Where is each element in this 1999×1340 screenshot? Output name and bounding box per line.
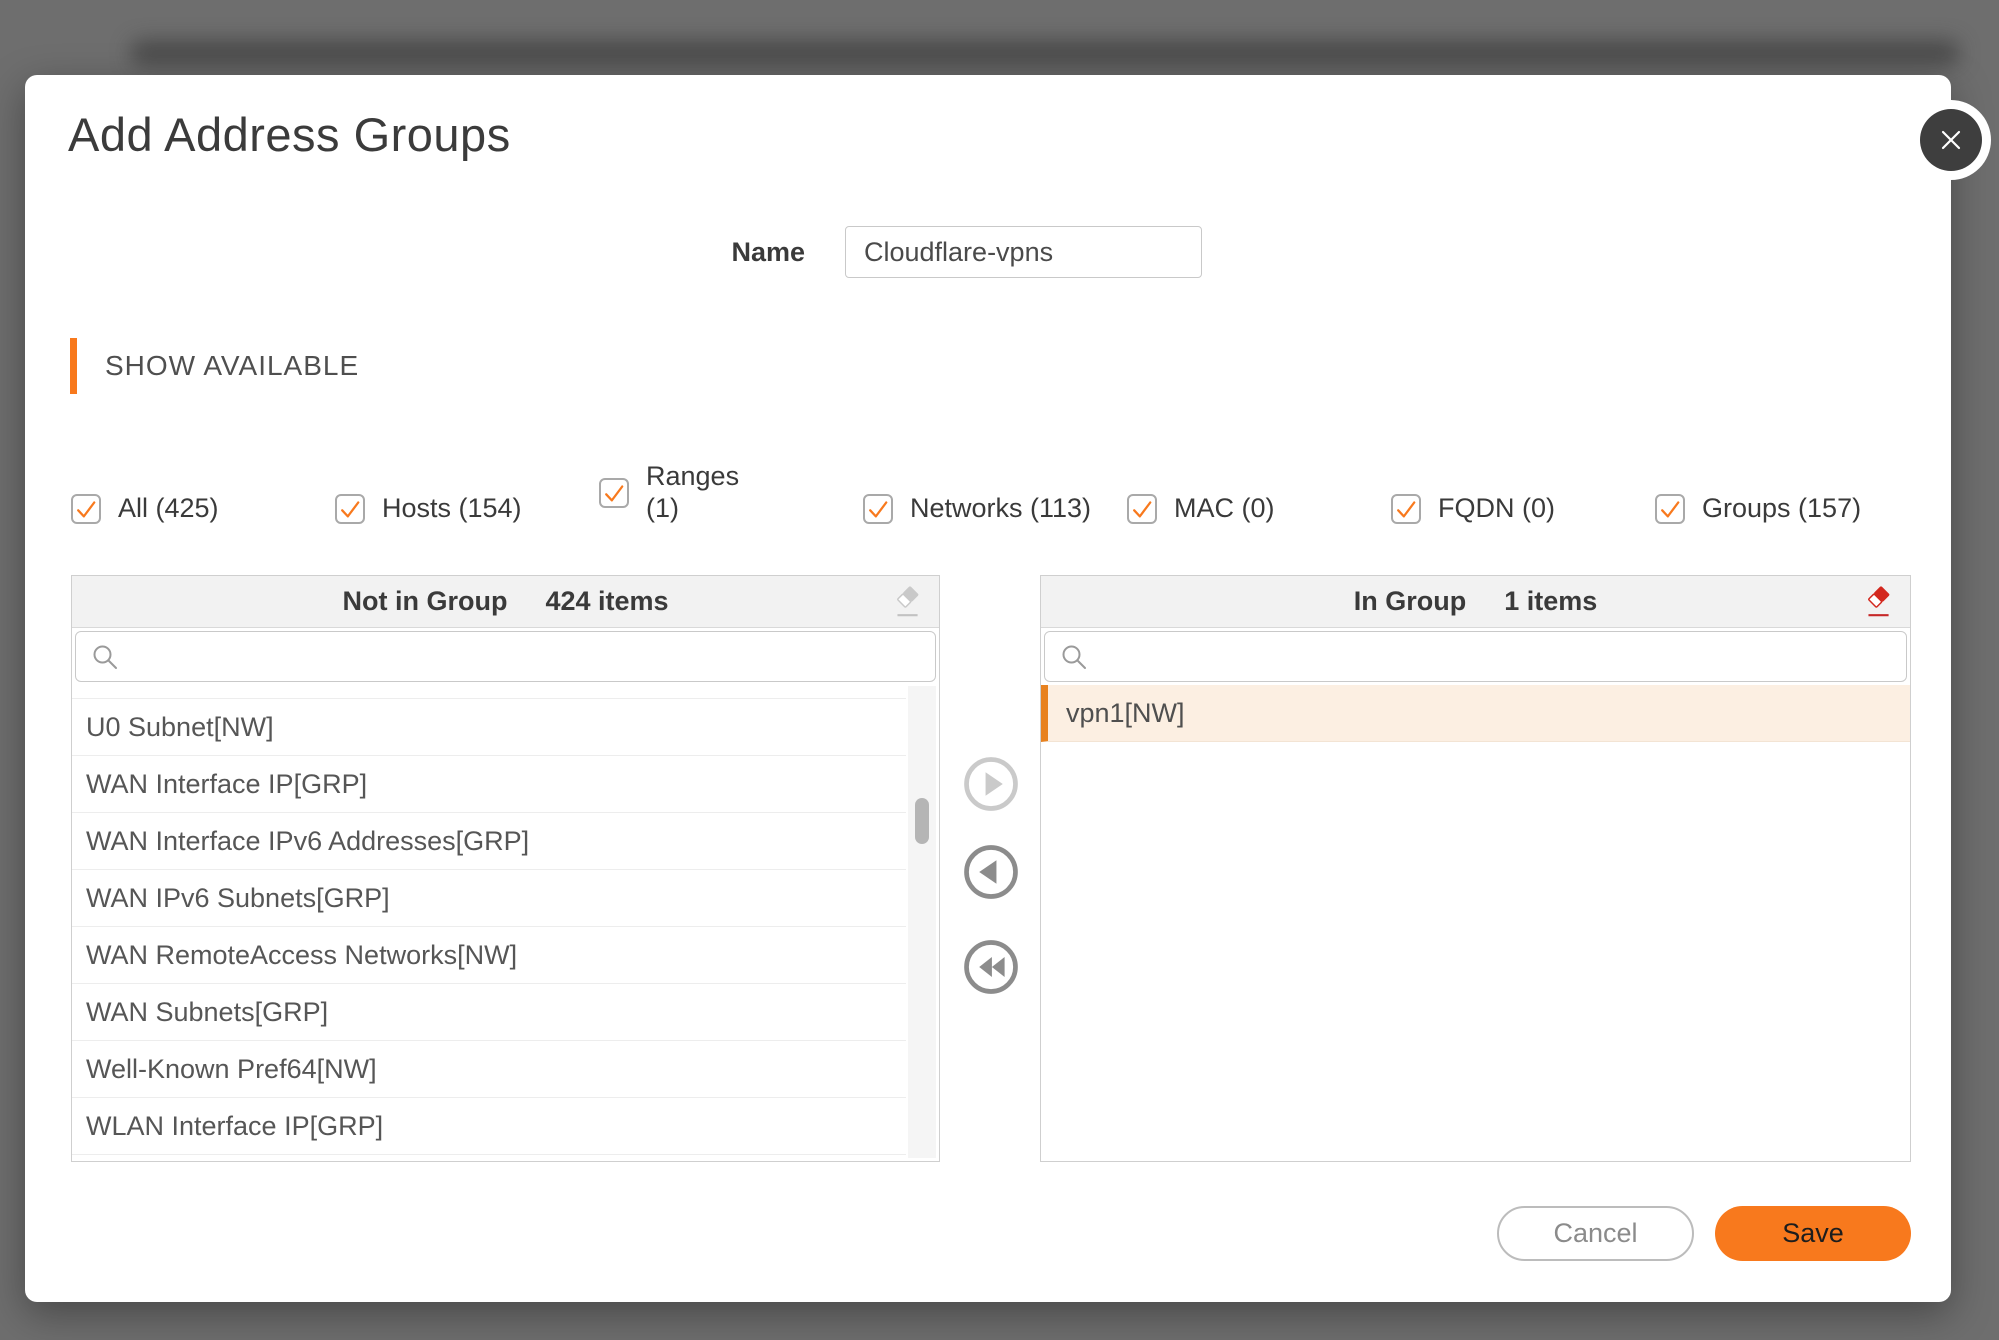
checkbox-checked-icon[interactable]: [71, 494, 101, 524]
filter-checkbox-item[interactable]: Ranges (1): [599, 461, 863, 525]
save-button[interactable]: Save: [1715, 1206, 1911, 1261]
checkbox-checked-icon[interactable]: [599, 478, 629, 508]
checkbox-checked-icon[interactable]: [1655, 494, 1685, 524]
filter-checkbox-item[interactable]: All (425): [71, 493, 335, 525]
list-item[interactable]: WAN IPv6 Subnets[GRP]: [72, 870, 906, 927]
cancel-button[interactable]: Cancel: [1497, 1206, 1694, 1261]
in-group-list: vpn1[NW]: [1041, 685, 1910, 742]
clear-selection-icon[interactable]: [889, 584, 925, 620]
show-available-section: SHOW AVAILABLE: [70, 338, 359, 394]
close-icon: [1920, 109, 1982, 171]
filter-label: MAC (0): [1174, 493, 1275, 525]
partial-row: [72, 685, 906, 699]
clear-group-icon[interactable]: [1860, 584, 1896, 620]
search-input[interactable]: [75, 631, 936, 682]
filter-checkbox-item[interactable]: Groups (157): [1655, 493, 1861, 525]
list-item[interactable]: WAN RemoteAccess Networks[NW]: [72, 927, 906, 984]
filter-checkbox-item[interactable]: MAC (0): [1127, 493, 1391, 525]
filter-label: Hosts (154): [382, 493, 522, 525]
scrollbar-thumb[interactable]: [915, 798, 929, 844]
filter-label: All (425): [118, 493, 219, 525]
filter-checkbox-item[interactable]: FQDN (0): [1391, 493, 1655, 525]
checkbox-checked-icon[interactable]: [335, 494, 365, 524]
in-group-title: In Group: [1354, 586, 1466, 617]
filter-checkbox-item[interactable]: Networks (113): [863, 493, 1127, 525]
close-button[interactable]: [1911, 100, 1991, 180]
in-group-header: In Group 1 items: [1041, 576, 1910, 628]
list-item-selected[interactable]: vpn1[NW]: [1041, 685, 1910, 742]
name-field[interactable]: [845, 226, 1202, 278]
list-item[interactable]: U0 Subnet[NW]: [72, 699, 906, 756]
list-item[interactable]: WAN Subnets[GRP]: [72, 984, 906, 1041]
page-title: Add Address Groups: [68, 107, 511, 162]
type-filter-row: All (425) Hosts (154) Ranges (1): [71, 446, 1951, 525]
search-input[interactable]: [1044, 631, 1907, 682]
list-item[interactable]: WLAN Interface IP[GRP]: [72, 1098, 906, 1155]
filter-label: Ranges (1): [646, 461, 774, 525]
list-item[interactable]: WAN Interface IPv6 Addresses[GRP]: [72, 813, 906, 870]
checkbox-checked-icon[interactable]: [863, 494, 893, 524]
background-content-blur: [130, 40, 1960, 66]
filter-label: FQDN (0): [1438, 493, 1555, 525]
section-title: SHOW AVAILABLE: [105, 350, 359, 382]
filter-checkbox-item[interactable]: Hosts (154): [335, 493, 599, 525]
name-label: Name: [600, 237, 805, 268]
not-in-group-list: U0 Subnet[NW] WAN Interface IP[GRP] WAN …: [72, 685, 906, 1155]
not-in-group-panel: Not in Group 424 items: [71, 575, 940, 1162]
scrollbar-track[interactable]: [908, 686, 936, 1158]
not-in-group-title: Not in Group: [342, 586, 507, 617]
not-in-group-count: 424 items: [545, 586, 668, 617]
section-accent-bar: [70, 338, 77, 394]
checkbox-checked-icon[interactable]: [1391, 494, 1421, 524]
list-item[interactable]: WAN Interface IP[GRP]: [72, 756, 906, 813]
filter-label: Groups (157): [1702, 493, 1861, 525]
checkbox-checked-icon[interactable]: [1127, 494, 1157, 524]
list-item[interactable]: Well-Known Pref64[NW]: [72, 1041, 906, 1098]
in-group-panel: In Group 1 items: [1040, 575, 1911, 1162]
in-group-count: 1 items: [1504, 586, 1597, 617]
add-address-groups-dialog: Add Address Groups Name SHOW AVAILABLE A…: [25, 75, 1951, 1302]
move-all-left-icon[interactable]: [962, 938, 1020, 996]
not-in-group-header: Not in Group 424 items: [72, 576, 939, 628]
move-right-icon[interactable]: [962, 755, 1020, 813]
filter-label: Networks (113): [910, 493, 1091, 525]
move-left-icon[interactable]: [962, 843, 1020, 901]
